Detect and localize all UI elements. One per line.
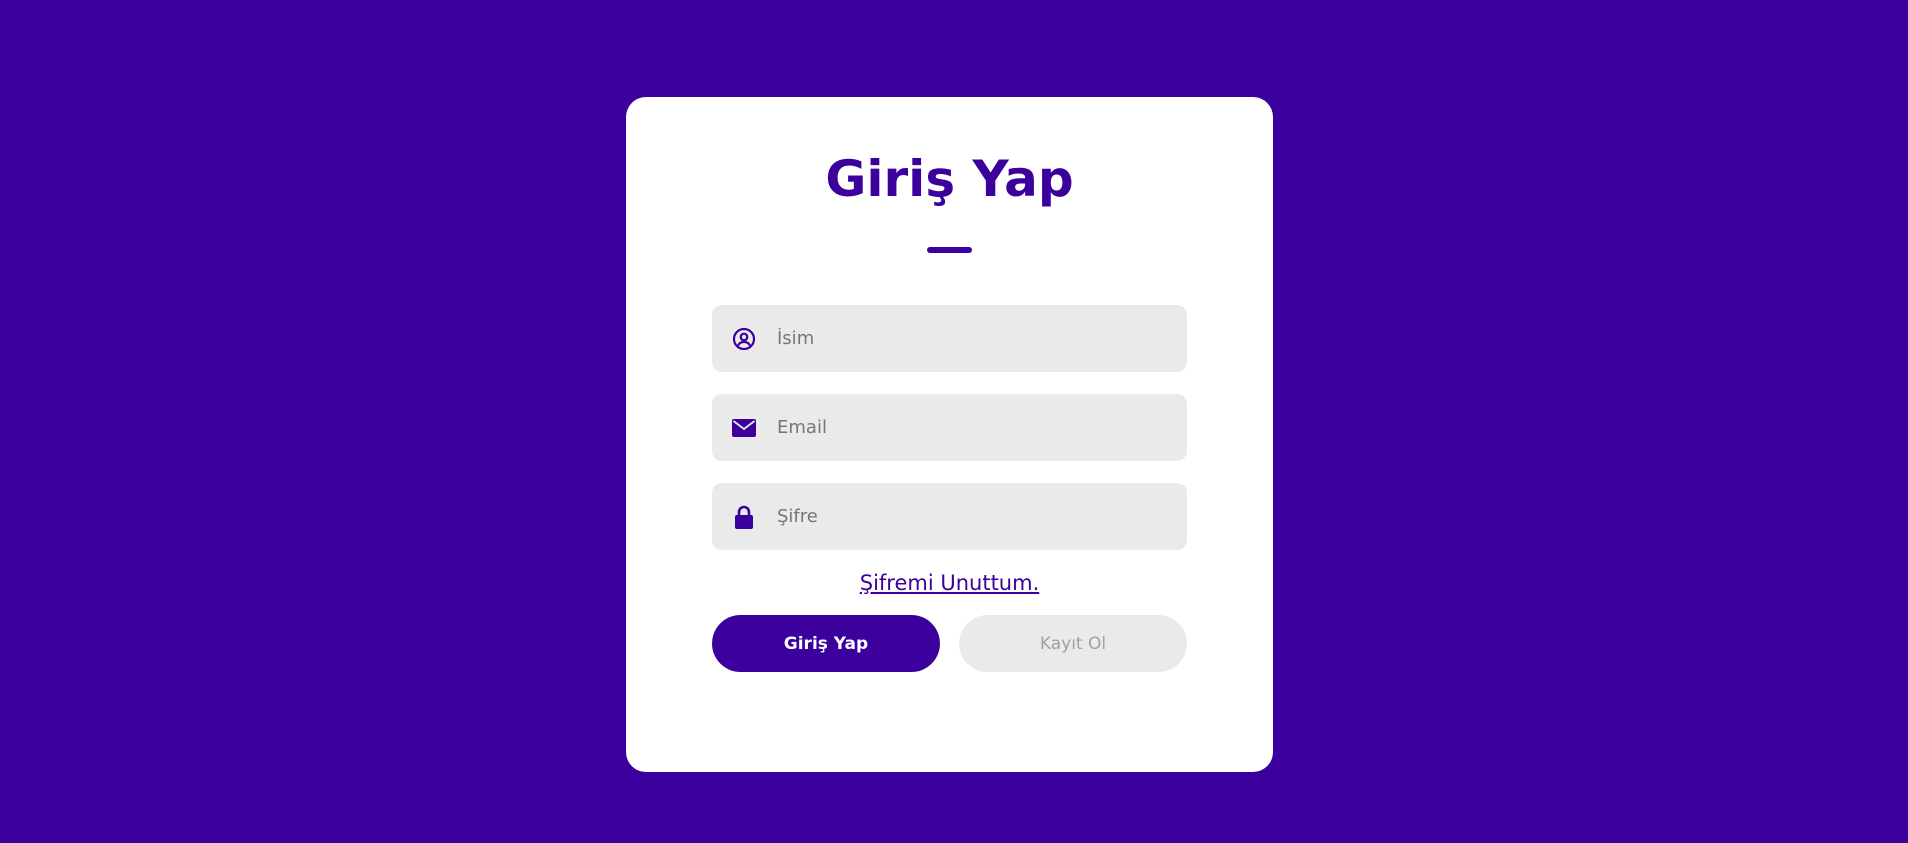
forgot-password-link[interactable]: Şifremi Unuttum. [860,571,1040,595]
title-underline [927,247,972,253]
password-input[interactable] [775,495,1169,538]
name-field[interactable] [712,305,1187,372]
password-field[interactable] [712,483,1187,550]
page-title: Giriş Yap [825,150,1074,208]
forgot-password-row: Şifremi Unuttum. [626,571,1273,595]
login-card: Giriş Yap Şifremi [626,97,1273,772]
register-button[interactable]: Kayıt Ol [959,615,1187,672]
envelope-icon [731,415,757,441]
email-field[interactable] [712,394,1187,461]
email-input[interactable] [775,406,1169,449]
name-input[interactable] [775,317,1169,360]
lock-icon [731,504,757,530]
user-circle-icon [731,326,757,352]
login-button[interactable]: Giriş Yap [712,615,940,672]
